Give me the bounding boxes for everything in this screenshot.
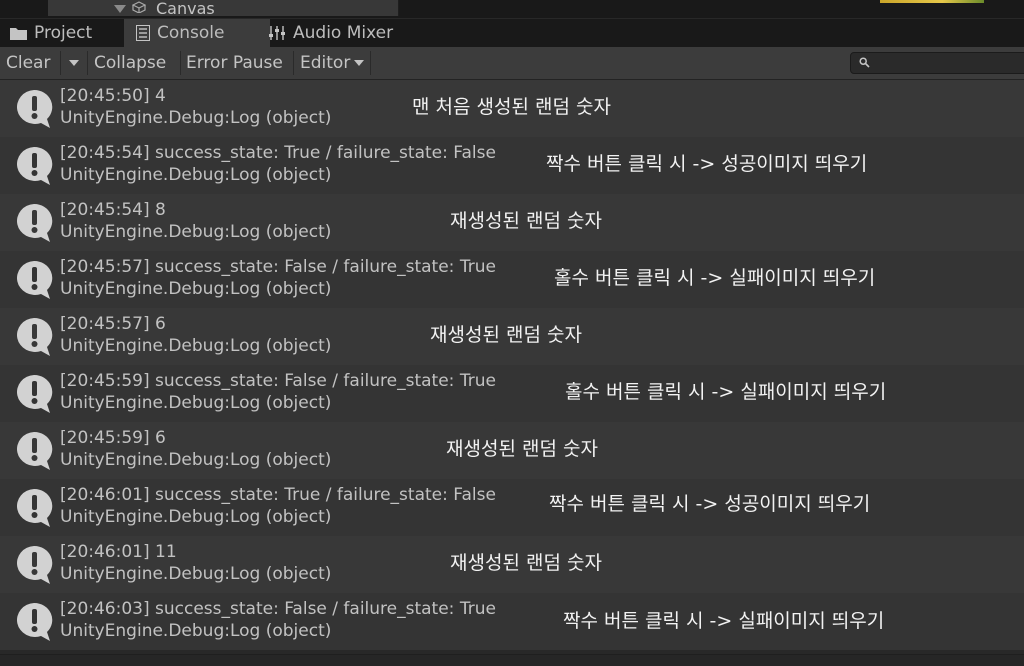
log-message: [20:46:01] success_state: True / failure… — [60, 485, 496, 505]
log-source: UnityEngine.Debug:Log (object) — [60, 450, 332, 470]
log-message: [20:45:50] 4 — [60, 86, 166, 106]
toolbar-separator — [370, 51, 371, 75]
log-entry[interactable]: [20:46:01] success_state: True / failure… — [0, 479, 1024, 536]
log-entry[interactable]: [20:45:50] 4 UnityEngine.Debug:Log (obje… — [0, 80, 1024, 137]
log-message: [20:45:57] 6 — [60, 314, 166, 334]
log-source: UnityEngine.Debug:Log (object) — [60, 507, 332, 527]
log-message: [20:45:59] success_state: False / failur… — [60, 371, 496, 391]
log-entry[interactable]: [20:45:54] 8 UnityEngine.Debug:Log (obje… — [0, 194, 1024, 251]
console-log-list: [20:45:50] 4 UnityEngine.Debug:Log (obje… — [0, 80, 1024, 650]
hierarchy-panel: Canvas — [48, 0, 399, 16]
tab-console[interactable]: Console — [124, 19, 270, 47]
console-icon — [136, 25, 150, 41]
tab-project[interactable]: Project — [0, 19, 132, 47]
folder-icon — [10, 28, 27, 40]
log-info-icon — [16, 545, 53, 584]
tab-label: Audio Mixer — [293, 23, 394, 43]
log-message: [20:45:59] 6 — [60, 428, 166, 448]
mixer-icon — [269, 26, 285, 40]
error-pause-button[interactable]: Error Pause — [186, 47, 283, 79]
collapse-button[interactable]: Collapse — [94, 47, 166, 79]
log-entry[interactable]: [20:45:57] 6 UnityEngine.Debug:Log (obje… — [0, 308, 1024, 365]
log-source: UnityEngine.Debug:Log (object) — [60, 108, 332, 128]
gameobject-cube-icon — [132, 1, 146, 13]
chevron-down-icon — [69, 60, 79, 66]
tab-label: Project — [34, 23, 93, 43]
log-message: [20:45:54] success_state: True / failure… — [60, 143, 496, 163]
log-entry[interactable]: [20:45:59] 6 UnityEngine.Debug:Log (obje… — [0, 422, 1024, 479]
log-info-icon — [16, 431, 53, 470]
log-entry[interactable]: [20:45:57] success_state: False / failur… — [0, 251, 1024, 308]
annotation-text: 짝수 버튼 클릭 시 -> 실패이미지 띄우기 — [563, 610, 885, 632]
clear-button[interactable]: Clear — [6, 47, 50, 79]
log-source: UnityEngine.Debug:Log (object) — [60, 393, 332, 413]
log-source: UnityEngine.Debug:Log (object) — [60, 621, 332, 641]
toolbar-separator — [60, 51, 61, 75]
log-message: [20:46:01] 11 — [60, 542, 177, 562]
search-input[interactable] — [850, 52, 1024, 74]
log-source: UnityEngine.Debug:Log (object) — [60, 279, 332, 299]
log-entry[interactable]: [20:46:03] success_state: False / failur… — [0, 593, 1024, 650]
detail-pane-divider[interactable] — [0, 654, 1024, 666]
chevron-down-icon — [354, 60, 365, 66]
annotation-text: 재생성된 랜덤 숫자 — [446, 438, 598, 460]
hierarchy-item-canvas[interactable]: Canvas — [156, 0, 215, 16]
toolbar-separator — [87, 51, 88, 75]
log-source: UnityEngine.Debug:Log (object) — [60, 336, 332, 356]
clear-options-dropdown[interactable] — [62, 47, 86, 79]
log-entry[interactable]: [20:46:01] 11 UnityEngine.Debug:Log (obj… — [0, 536, 1024, 593]
annotation-text: 재생성된 랜덤 숫자 — [450, 552, 602, 574]
log-message: [20:45:54] 8 — [60, 200, 166, 220]
expand-triangle-icon[interactable] — [114, 5, 126, 13]
annotation-text: 재생성된 랜덤 숫자 — [430, 324, 582, 346]
toolbar-separator — [293, 51, 294, 75]
search-icon — [859, 57, 870, 68]
log-message: [20:46:03] success_state: False / failur… — [60, 599, 496, 619]
annotation-text: 짝수 버튼 클릭 시 -> 성공이미지 띄우기 — [546, 153, 868, 175]
log-info-icon — [16, 374, 53, 413]
annotation-text: 재생성된 랜덤 숫자 — [450, 210, 602, 232]
tab-label: Console — [157, 23, 225, 43]
log-entry[interactable]: [20:45:54] success_state: True / failure… — [0, 137, 1024, 194]
annotation-text: 맨 처음 생성된 랜덤 숫자 — [412, 96, 611, 118]
log-info-icon — [16, 260, 53, 299]
log-source: UnityEngine.Debug:Log (object) — [60, 222, 332, 242]
annotation-text: 홀수 버튼 클릭 시 -> 실패이미지 띄우기 — [554, 267, 876, 289]
log-info-icon — [16, 146, 53, 185]
annotation-text: 홀수 버튼 클릭 시 -> 실패이미지 띄우기 — [565, 381, 887, 403]
scene-thumbnail — [880, 0, 984, 3]
toolbar-separator — [180, 51, 181, 75]
log-info-icon — [16, 89, 53, 128]
editor-dropdown-label: Editor — [300, 53, 351, 73]
log-source: UnityEngine.Debug:Log (object) — [60, 564, 332, 584]
editor-dropdown[interactable]: Editor — [300, 47, 365, 79]
log-source: UnityEngine.Debug:Log (object) — [60, 165, 332, 185]
annotation-text: 짝수 버튼 클릭 시 -> 성공이미지 띄우기 — [549, 493, 871, 515]
log-message: [20:45:57] success_state: False / failur… — [60, 257, 496, 277]
tab-audio-mixer[interactable]: Audio Mixer — [258, 19, 428, 47]
tab-bar: Project Console Audio Mixer — [0, 19, 1024, 47]
log-info-icon — [16, 602, 53, 641]
log-info-icon — [16, 203, 53, 242]
log-info-icon — [16, 317, 53, 356]
log-entry[interactable]: [20:45:59] success_state: False / failur… — [0, 365, 1024, 422]
log-info-icon — [16, 488, 53, 527]
